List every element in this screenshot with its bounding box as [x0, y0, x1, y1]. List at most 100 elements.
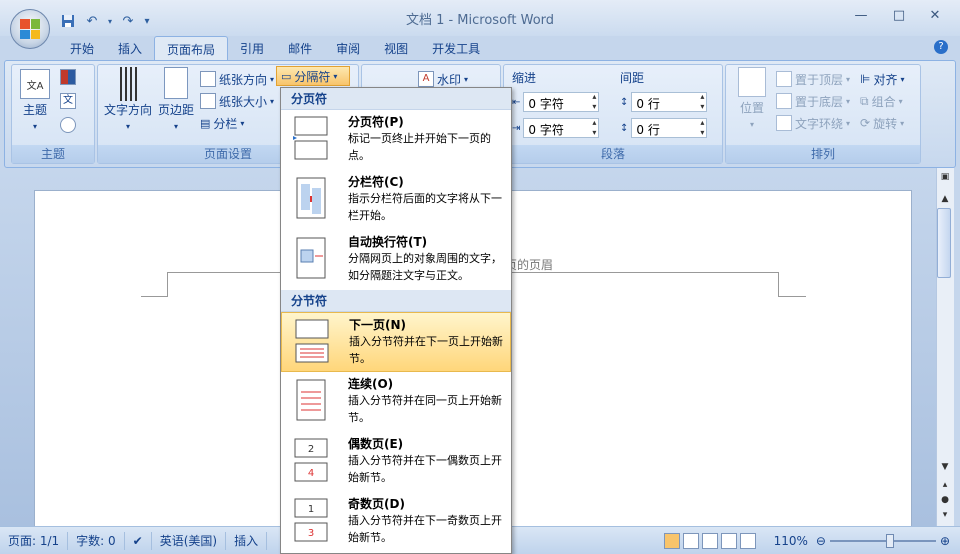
scroll-thumb[interactable] — [937, 208, 951, 278]
tab-review[interactable]: 审阅 — [324, 36, 372, 60]
undo-icon[interactable]: ↶ — [82, 12, 102, 30]
menu-item-odd-page[interactable]: 13 奇数页(D) 插入分节符并在下一奇数页上开始新节。 — [281, 492, 511, 552]
indent-left-input[interactable]: 0 字符 — [523, 92, 600, 112]
office-button[interactable] — [10, 9, 50, 49]
web-layout-view-icon[interactable] — [701, 532, 718, 549]
spacing-before-input[interactable]: 0 行 — [631, 92, 708, 112]
tab-home[interactable]: 开始 — [58, 36, 106, 60]
margins-button[interactable]: 页边距 ▾ — [156, 67, 196, 132]
indent-right-spin[interactable]: ⇥ 0 字符 — [512, 117, 600, 139]
tab-mailings[interactable]: 邮件 — [276, 36, 324, 60]
outline-view-icon[interactable] — [720, 532, 737, 549]
breaks-label: 分隔符 — [294, 69, 331, 84]
scroll-down-icon[interactable]: ▼ — [936, 462, 954, 472]
theme-fonts-icon[interactable]: 文 — [60, 93, 76, 109]
spacing-before-spin[interactable]: ↕ 0 行 — [620, 91, 708, 113]
text-wrap-button[interactable]: 文字环绕 ▾ — [776, 113, 850, 133]
menu-item-title: 奇数页(D) — [348, 497, 405, 511]
theme-colors-icon[interactable] — [60, 69, 76, 85]
text-direction-label: 文字方向 — [103, 103, 152, 117]
group-button[interactable]: ⧉ 组合 ▾ — [860, 91, 903, 111]
text-wrap-icon — [776, 115, 792, 131]
next-page-icon[interactable]: ▾ — [936, 510, 954, 520]
spelling-check-icon[interactable]: ✔ — [125, 531, 152, 550]
send-back-button[interactable]: 置于底层 ▾ — [776, 91, 850, 111]
tab-insert[interactable]: 插入 — [106, 36, 154, 60]
ruler-toggle-icon[interactable]: ▣ — [936, 172, 954, 182]
column-break-icon — [296, 177, 326, 219]
breaks-dropdown-menu: 分页符 分页符(P) 标记一页终止并开始下一页的点。 分栏符(C) 指示分栏符后… — [280, 87, 512, 554]
spacing-after-icon: ↕ — [620, 122, 629, 134]
indent-right-icon: ⇥ — [512, 122, 521, 134]
rotate-label: 旋转 — [873, 116, 898, 131]
zoom-slider-handle[interactable] — [885, 533, 894, 548]
maximize-button[interactable]: □ — [884, 8, 914, 28]
window-title: 文档 1 - Microsoft Word — [405, 13, 555, 28]
undo-dropdown-icon[interactable]: ▾ — [106, 12, 114, 30]
menu-item-text-wrapping-break[interactable]: 自动换行符(T) 分隔网页上的对象周围的文字，如分隔题注文字与正文。 — [281, 230, 511, 290]
redo-icon[interactable]: ↷ — [118, 12, 138, 30]
arrange-group-label: 排列 — [726, 145, 920, 163]
browse-object-icon[interactable]: ● — [936, 495, 954, 505]
menu-item-next-page[interactable]: 下一页(N) 插入分节符并在下一页上开始新节。 — [281, 312, 511, 372]
indent-left-spin[interactable]: ⇤ 0 字符 — [512, 91, 600, 113]
spacing-before-icon: ↕ — [620, 96, 629, 108]
menu-item-even-page[interactable]: 24 偶数页(E) 插入分节符并在下一偶数页上开始新节。 — [281, 432, 511, 492]
menu-item-desc: 指示分栏符后面的文字将从下一栏开始。 — [348, 192, 502, 222]
theme-group: 文A 主题 ▾ 文 主题 — [11, 64, 95, 164]
zoom-slider[interactable] — [829, 533, 936, 548]
orientation-button[interactable]: 纸张方向 ▾ — [200, 69, 274, 89]
size-button[interactable]: 纸张大小 ▾ — [200, 91, 274, 111]
indent-left-icon: ⇤ — [512, 96, 521, 108]
minimize-button[interactable]: — — [846, 8, 876, 28]
draft-view-icon[interactable] — [739, 532, 756, 549]
indent-right-input[interactable]: 0 字符 — [523, 118, 600, 138]
full-screen-reading-view-icon[interactable] — [682, 532, 699, 549]
zoom-level[interactable]: 110% — [766, 534, 816, 548]
paragraph-group-label: 段落 — [504, 145, 722, 163]
menu-item-desc: 插入分节符并在下一奇数页上开始新节。 — [348, 514, 502, 544]
menu-item-page-break[interactable]: 分页符(P) 标记一页终止并开始下一页的点。 — [281, 110, 511, 170]
customize-qat-icon[interactable]: ▾ — [142, 12, 152, 30]
arrange-group: 位置 ▾ 置于顶层 ▾ 置于底层 ▾ 文字环绕 ▾ ⊫ 对齐 ▾ ⧉ 组合 ▾ ⟳ 旋转 ▾ … — [725, 64, 921, 164]
save-icon[interactable] — [58, 12, 78, 30]
bring-front-label: 置于顶层 — [795, 72, 844, 87]
zoom-out-icon[interactable]: ⊖ — [816, 534, 826, 548]
tab-view[interactable]: 视图 — [372, 36, 420, 60]
rotate-button[interactable]: ⟳ 旋转 ▾ — [860, 113, 904, 133]
spacing-after-spin[interactable]: ↕ 0 行 — [620, 117, 708, 139]
theme-effects-icon[interactable] — [60, 117, 76, 133]
scroll-up-icon[interactable]: ▲ — [936, 194, 954, 204]
menu-item-column-break[interactable]: 分栏符(C) 指示分栏符后面的文字将从下一栏开始。 — [281, 170, 511, 230]
columns-button[interactable]: ▤ 分栏 ▾ — [200, 113, 244, 133]
breaks-button[interactable]: ▭ 分隔符 ▾ — [276, 66, 350, 86]
watermark-icon: A — [418, 71, 434, 87]
page-count[interactable]: 页面: 1/1 — [0, 531, 69, 550]
position-button[interactable]: 位置 ▾ — [732, 67, 772, 130]
tab-page-layout[interactable]: 页面布局 — [154, 36, 229, 60]
tab-references[interactable]: 引用 — [228, 36, 276, 60]
watermark-button[interactable]: A 水印 ▾ — [418, 69, 468, 89]
previous-page-icon[interactable]: ▴ — [936, 480, 954, 490]
svg-text:2: 2 — [308, 444, 314, 455]
word-count[interactable]: 字数: 0 — [68, 531, 125, 550]
close-button[interactable]: ✕ — [920, 8, 950, 28]
menu-item-continuous[interactable]: 连续(O) 插入分节符并在同一页上开始新节。 — [281, 372, 511, 432]
zoom-in-icon[interactable]: ⊕ — [940, 534, 960, 548]
text-wrap-label: 文字环绕 — [795, 116, 844, 131]
header-margin-line-right-v — [778, 272, 779, 297]
align-button[interactable]: ⊫ 对齐 ▾ — [860, 69, 904, 89]
insert-mode-indicator[interactable]: 插入 — [226, 531, 268, 550]
theme-button[interactable]: 文A 主题 ▾ — [18, 69, 52, 132]
bring-front-button[interactable]: 置于顶层 ▾ — [776, 69, 850, 89]
svg-text:1: 1 — [308, 504, 314, 515]
tab-developer[interactable]: 开发工具 — [420, 36, 492, 60]
text-direction-button[interactable]: 文字方向 ▾ — [102, 67, 154, 132]
theme-icon: 文A — [20, 69, 50, 99]
menu-item-title: 连续(O) — [348, 377, 394, 391]
spacing-after-input[interactable]: 0 行 — [631, 118, 708, 138]
print-layout-view-icon[interactable] — [663, 532, 680, 549]
menu-item-title: 下一页(N) — [349, 318, 407, 332]
language-indicator[interactable]: 英语(美国) — [152, 531, 227, 550]
help-icon[interactable]: ? — [934, 40, 948, 54]
